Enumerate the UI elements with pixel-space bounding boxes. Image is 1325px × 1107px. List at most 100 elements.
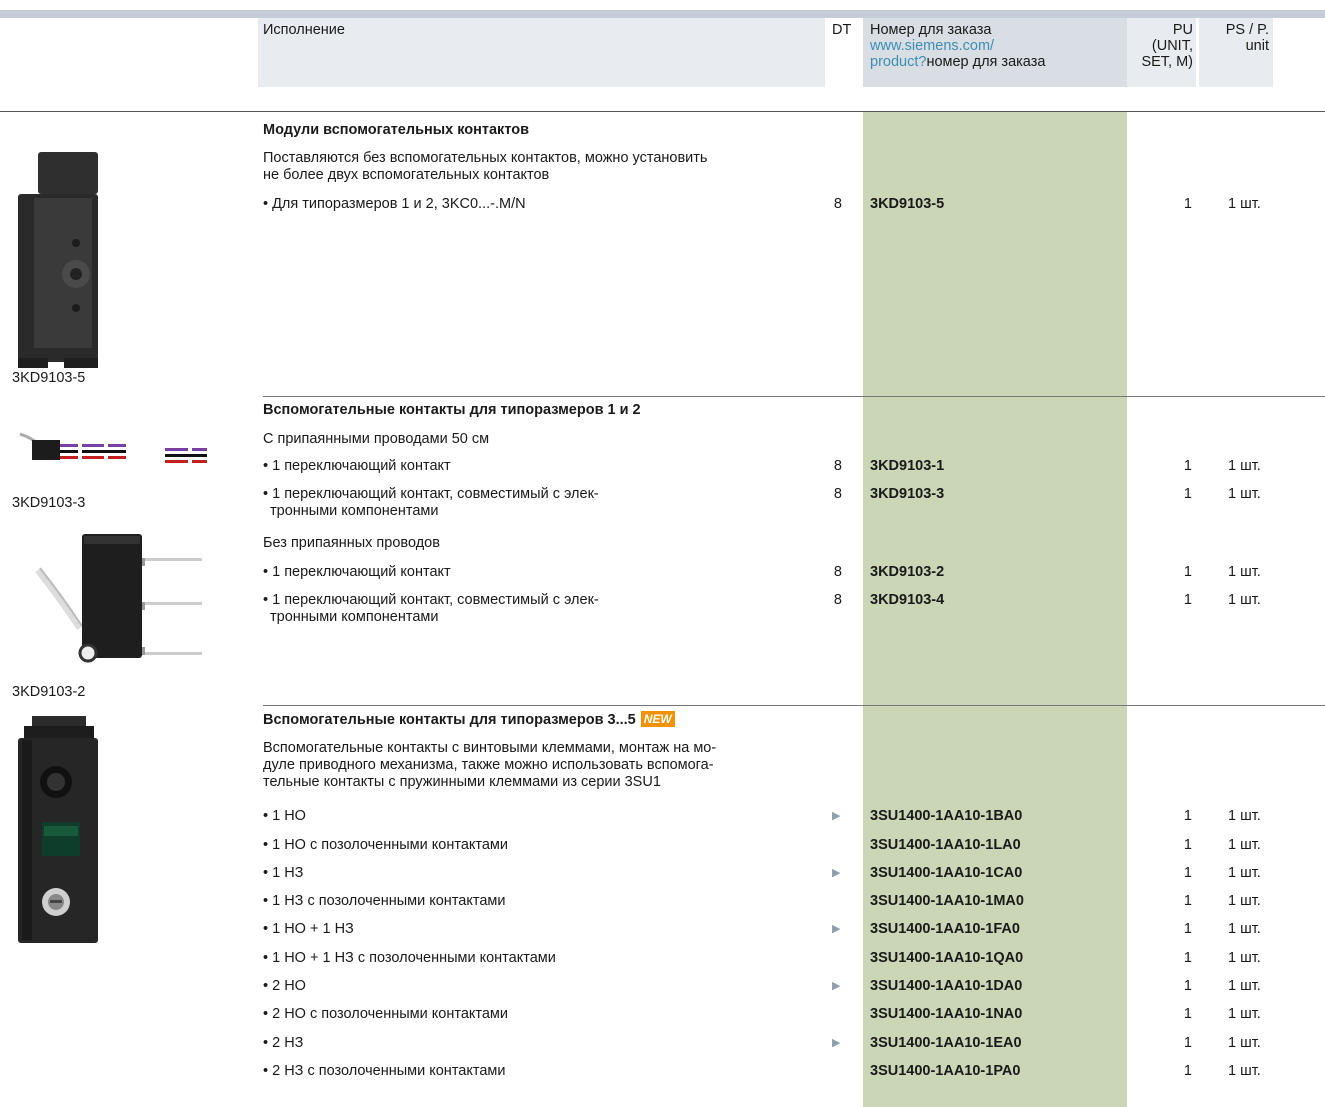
order-number[interactable]: 3SU1400-1AA10-1QA0: [870, 950, 1023, 967]
ps-value: 1 шт.: [1228, 196, 1261, 212]
pu-value: 1: [1183, 458, 1192, 474]
pu-value: 1: [1183, 486, 1192, 502]
header-order-link2[interactable]: product?: [870, 54, 926, 70]
section3-desc-line2: дуле приводного механизма, также можно и…: [263, 757, 714, 773]
header-pu: PU (UNIT, SET, M): [1130, 22, 1193, 70]
header-ps: PS / P. unit: [1200, 22, 1269, 54]
header-divider: [0, 111, 1325, 112]
list-item: • 1 НЗ: [263, 865, 304, 881]
pu-value: 1: [1183, 592, 1192, 608]
contact-block-image: [14, 714, 104, 954]
list-item: • 1 НО + 1 НЗ: [263, 921, 354, 937]
section1-desc-line2: не более двух вспомогательных контактов: [263, 167, 550, 183]
list-item: • 1 переключающий контакт: [263, 564, 451, 580]
section1-title: Модули вспомогательных контактов: [263, 122, 529, 138]
order-number[interactable]: 3SU1400-1AA10-1EA0: [870, 1035, 1022, 1052]
header-pu-line1: PU: [1172, 22, 1193, 38]
order-number[interactable]: 3KD9103-2: [870, 564, 944, 581]
ps-value: 1 шт.: [1228, 950, 1261, 966]
list-item: • 1 НО + 1 НЗ с позолоченными контактами: [263, 950, 556, 966]
pu-value: 1: [1183, 865, 1192, 881]
pu-value: 1: [1183, 950, 1192, 966]
ps-value: 1 шт.: [1228, 1035, 1261, 1051]
header-pu-line3: SET, M): [1141, 54, 1193, 70]
list-item: • 2 НЗ: [263, 1035, 304, 1051]
micro-switch-image: [20, 528, 210, 673]
dt-value: 8: [833, 196, 842, 212]
pu-value: 1: [1183, 978, 1192, 994]
list-item: • 2 НО с позолоченными контактами: [263, 1006, 508, 1022]
ps-value: 1 шт.: [1228, 978, 1261, 994]
ps-value: 1 шт.: [1228, 1006, 1261, 1022]
order-number[interactable]: 3SU1400-1AA10-1PA0: [870, 1063, 1020, 1080]
pu-value: 1: [1183, 1063, 1192, 1079]
dt-value: 8: [833, 486, 842, 502]
section2-subheading-unwired: Без припаянных проводов: [263, 535, 440, 551]
wired-micro-switch-image: [10, 432, 210, 482]
order-number[interactable]: 3SU1400-1AA10-1BA0: [870, 808, 1022, 825]
list-item: • 1 переключающий контакт, совместимый с…: [263, 486, 599, 502]
section-divider: [263, 705, 1325, 706]
order-number[interactable]: 3SU1400-1AA10-1NA0: [870, 1006, 1022, 1023]
header-order-link[interactable]: www.siemens.com/: [870, 38, 1045, 54]
list-item: • 1 НО: [263, 808, 306, 824]
list-item-continued: тронными компонентами: [270, 503, 439, 519]
header-ps-line1: PS / P.: [1225, 22, 1269, 38]
header-order-rest: номер для заказа: [926, 54, 1046, 70]
order-number[interactable]: 3SU1400-1AA10-1CA0: [870, 865, 1022, 882]
section-divider: [263, 396, 1325, 397]
order-number[interactable]: 3KD9103-5: [870, 196, 944, 213]
ps-value: 1 шт.: [1228, 564, 1261, 580]
list-item: • 2 НЗ с позолоченными контактами: [263, 1063, 506, 1079]
ps-value: 1 шт.: [1228, 893, 1261, 909]
header-ps-line2: unit: [1245, 38, 1269, 54]
section3-desc-line1: Вспомогательные контакты с винтовыми кле…: [263, 740, 717, 756]
pu-value: 1: [1183, 1035, 1192, 1051]
top-color-bar: [0, 10, 1325, 18]
arrow-right-icon: ▶: [832, 867, 841, 879]
ps-value: 1 шт.: [1228, 458, 1261, 474]
aux-contact-module-image: [14, 148, 104, 375]
header-pu-line2: (UNIT,: [1151, 38, 1193, 54]
image-caption: 3KD9103-2: [12, 684, 86, 700]
ps-value: 1 шт.: [1228, 921, 1261, 937]
order-number[interactable]: 3SU1400-1AA10-1FA0: [870, 921, 1020, 938]
list-item: • 1 переключающий контакт, совместимый с…: [263, 592, 599, 608]
image-caption: 3KD9103-5: [12, 370, 86, 386]
order-number[interactable]: 3SU1400-1AA10-1LA0: [870, 837, 1021, 854]
arrow-right-icon: ▶: [832, 810, 841, 822]
ps-value: 1 шт.: [1228, 592, 1261, 608]
pu-value: 1: [1183, 808, 1192, 824]
order-number[interactable]: 3SU1400-1AA10-1MA0: [870, 893, 1024, 910]
image-caption: 3KD9103-3: [12, 495, 86, 511]
dt-value: 8: [833, 592, 842, 608]
pu-value: 1: [1183, 196, 1192, 212]
order-number[interactable]: 3KD9103-4: [870, 592, 944, 609]
ps-value: 1 шт.: [1228, 865, 1261, 881]
section2-title: Вспомогательные контакты для типоразмеро…: [263, 402, 641, 418]
dt-value: 8: [833, 564, 842, 580]
arrow-right-icon: ▶: [832, 923, 841, 935]
ps-value: 1 шт.: [1228, 837, 1261, 853]
pu-value: 1: [1183, 893, 1192, 909]
header-order-number: Номер для заказа www.siemens.com/ produc…: [870, 22, 1045, 70]
ps-value: 1 шт.: [1228, 808, 1261, 824]
dt-value: 8: [833, 458, 842, 474]
header-execution: Исполнение: [263, 22, 345, 38]
section1-desc-line1: Поставляются без вспомогательных контакт…: [263, 150, 708, 166]
list-item: • 2 НО: [263, 978, 306, 994]
section3-title: Вспомогательные контакты для типоразмеро…: [263, 711, 675, 729]
list-item: • 1 НО с позолоченными контактами: [263, 837, 508, 853]
pu-value: 1: [1183, 921, 1192, 937]
section3-title-text: Вспомогательные контакты для типоразмеро…: [263, 712, 636, 728]
pu-value: 1: [1183, 564, 1192, 580]
list-item-continued: тронными компонентами: [270, 609, 439, 625]
arrow-right-icon: ▶: [832, 1037, 841, 1049]
new-badge: NEW: [640, 711, 675, 727]
section2-subheading-wired: С припаянными проводами 50 см: [263, 431, 490, 447]
ps-value: 1 шт.: [1228, 486, 1261, 502]
order-number[interactable]: 3KD9103-3: [870, 486, 944, 503]
order-number[interactable]: 3SU1400-1AA10-1DA0: [870, 978, 1022, 995]
arrow-right-icon: ▶: [832, 980, 841, 992]
order-number[interactable]: 3KD9103-1: [870, 458, 944, 475]
